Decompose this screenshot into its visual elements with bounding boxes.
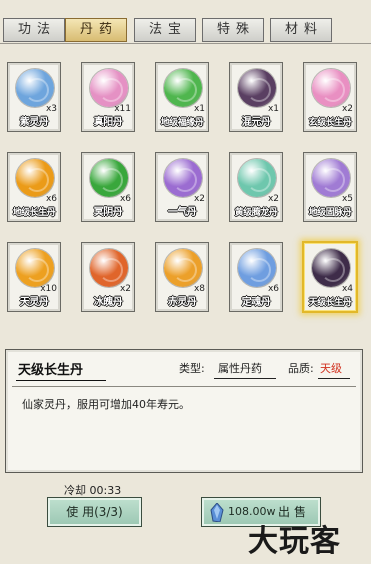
item-name: 冰魄丹: [93, 297, 123, 308]
item-slot[interactable]: x5 地级固脉丹: [303, 152, 357, 222]
item-count: x1: [193, 104, 205, 114]
quality-underline: [318, 378, 350, 379]
pill-icon: [312, 249, 350, 287]
item-detail-panel: 天级长生丹 类型: 属性丹药 品质: 天级 仙家灵丹，服用可增加40年寿元。: [5, 349, 363, 473]
item-count: x2: [341, 104, 353, 114]
pill-icon: [238, 159, 276, 197]
pill-icon: [90, 249, 128, 287]
pill-icon: [164, 69, 202, 107]
pill-icon: [312, 69, 350, 107]
pill-icon: [90, 69, 128, 107]
item-slot[interactable]: x2 玄级长生丹: [303, 62, 357, 132]
item-slot[interactable]: x10 天灵丹: [7, 242, 61, 312]
watermark-logo: 大玩客: [248, 524, 341, 559]
item-slot[interactable]: x11 真阳丹: [81, 62, 135, 132]
item-slot[interactable]: x1 地级福缘丹: [155, 62, 209, 132]
item-slot[interactable]: x6 冥阴丹: [81, 152, 135, 222]
pill-icon: [16, 69, 54, 107]
item-slot[interactable]: x4 天级长生丹: [302, 241, 358, 313]
detail-divider: [12, 386, 356, 387]
quality-label: 品质:: [288, 362, 314, 375]
item-name: 定魂丹: [241, 297, 271, 308]
item-count: x4: [341, 284, 353, 294]
pill-icon: [238, 249, 276, 287]
item-name: 地级固脉丹: [308, 208, 352, 218]
item-name: 地级长生丹: [12, 208, 56, 218]
item-grid: x3 紫灵丹 x11 真阳丹 x1 地级福缘丹 x1 混元丹 x2 玄级长生丹 x6 地级长生丹 x6 冥…: [0, 0, 371, 330]
item-count: x2: [267, 194, 279, 204]
item-slot[interactable]: x2 冰魄丹: [81, 242, 135, 312]
item-name: 玄级长生丹: [308, 118, 352, 128]
item-slot[interactable]: x8 赤灵丹: [155, 242, 209, 312]
pill-icon: [16, 249, 54, 287]
item-description: 仙家灵丹，服用可增加40年寿元。: [22, 398, 190, 411]
item-name: 地级福缘丹: [160, 118, 204, 128]
item-slot[interactable]: x2 一气丹: [155, 152, 209, 222]
cooldown-timer: 冷却 00:33: [64, 484, 122, 497]
quality-value: 天级: [320, 362, 342, 375]
item-slot[interactable]: x6 地级长生丹: [7, 152, 61, 222]
item-count: x6: [45, 194, 57, 204]
pill-icon: [164, 249, 202, 287]
type-value: 属性丹药: [218, 362, 262, 375]
use-button[interactable]: 使 用(3/3): [47, 497, 142, 527]
item-name: 混元丹: [241, 117, 271, 128]
pill-icon: [238, 69, 276, 107]
item-slot[interactable]: x2 黄级腾龙丹: [229, 152, 283, 222]
pill-icon: [312, 159, 350, 197]
item-count: x5: [341, 194, 353, 204]
title-underline: [16, 380, 106, 381]
pill-icon: [16, 159, 54, 197]
type-underline: [214, 378, 276, 379]
item-slot[interactable]: x3 紫灵丹: [7, 62, 61, 132]
item-name: 天灵丹: [19, 297, 49, 308]
pill-icon: [164, 159, 202, 197]
item-name: 紫灵丹: [19, 117, 49, 128]
item-name: 真阳丹: [93, 117, 123, 128]
item-name: 赤灵丹: [167, 297, 197, 308]
item-name: 一气丹: [167, 207, 197, 218]
item-name: 天级长生丹: [308, 298, 352, 308]
item-slot[interactable]: x1 混元丹: [229, 62, 283, 132]
item-detail-title: 天级长生丹: [18, 363, 84, 378]
spirit-stone-icon: [210, 503, 224, 522]
item-slot[interactable]: x6 定魂丹: [229, 242, 283, 312]
pill-icon: [90, 159, 128, 197]
type-label: 类型:: [179, 362, 205, 375]
item-name: 黄级腾龙丹: [234, 208, 278, 218]
item-name: 冥阴丹: [93, 207, 123, 218]
